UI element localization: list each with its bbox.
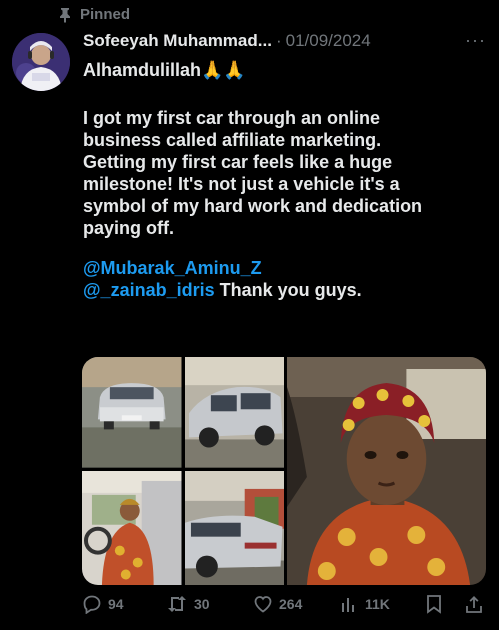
bookmark-button[interactable] <box>425 594 443 614</box>
action-bar: 94 30 264 11K <box>82 594 488 618</box>
views-count: 11K <box>365 596 390 612</box>
repost-icon <box>166 594 188 614</box>
reply-button[interactable]: 94 <box>82 594 124 614</box>
avatar[interactable] <box>12 33 70 91</box>
media-left-column <box>82 357 284 585</box>
pinned-label: Pinned <box>80 6 131 23</box>
heart-icon <box>253 594 273 614</box>
photo-car-rear[interactable] <box>184 470 284 585</box>
mention-suffix: Thank you guys. <box>214 280 362 300</box>
reply-icon <box>82 594 102 614</box>
mention-link-2[interactable]: @_zainab_idris <box>83 280 215 300</box>
pin-icon <box>58 7 72 23</box>
post-body: I got my first car through an online bus… <box>83 108 423 238</box>
post-mentions: @Mubarak_Aminu_Z @_zainab_idris Thank yo… <box>83 257 488 301</box>
photo-car-front[interactable] <box>82 357 182 468</box>
author-name[interactable]: Sofeeyah Muhammad... <box>83 30 272 52</box>
like-count: 264 <box>279 596 303 612</box>
share-button[interactable] <box>464 594 484 614</box>
share-icon <box>464 594 484 614</box>
media-row-bottom <box>82 470 284 585</box>
mention-link-1[interactable]: @Mubarak_Aminu_Z <box>83 258 262 278</box>
photo-car-side[interactable] <box>184 357 284 468</box>
like-button[interactable]: 264 <box>253 594 302 614</box>
views-icon <box>339 594 359 614</box>
pinned-indicator: Pinned <box>58 6 130 23</box>
media-grid <box>82 357 486 585</box>
post-content: Sofeeyah Muhammad... · 01/09/2024 ··· Al… <box>83 30 488 301</box>
post-header: Sofeeyah Muhammad... · 01/09/2024 <box>83 30 488 52</box>
post-date[interactable]: 01/09/2024 <box>286 30 371 52</box>
post-text-line1: Alhamdulillah🙏🙏 <box>83 60 246 80</box>
reply-count: 94 <box>108 596 124 612</box>
repost-count: 30 <box>194 596 210 612</box>
bookmark-icon <box>425 594 443 614</box>
more-options-icon[interactable]: ··· <box>465 30 486 51</box>
header-separator: · <box>275 31 282 50</box>
repost-button[interactable]: 30 <box>166 594 210 614</box>
photo-woman-in-car[interactable] <box>82 470 182 585</box>
photo-selfie[interactable] <box>287 357 486 585</box>
media-row-top <box>82 357 284 468</box>
views-button[interactable]: 11K <box>339 594 390 614</box>
